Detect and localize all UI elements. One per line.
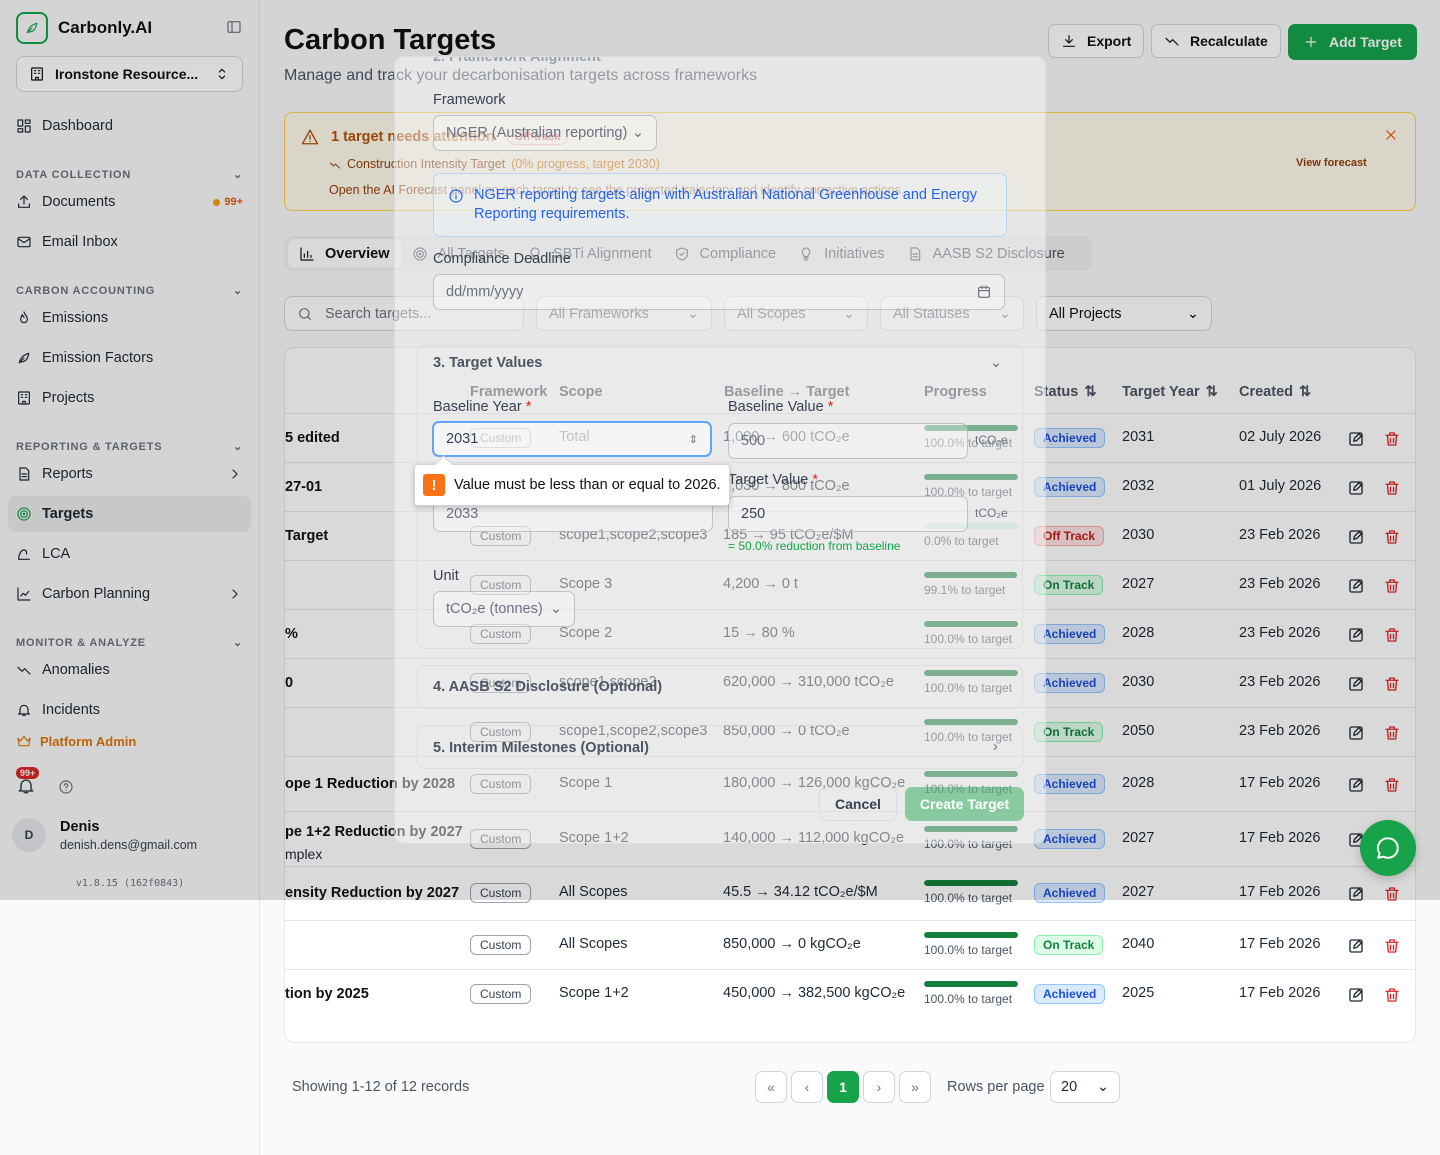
progress-bar bbox=[924, 980, 1018, 987]
framework-info-text: NGER reporting targets align with Austra… bbox=[474, 187, 977, 222]
section-milestones-title: 5. Interim Milestones (Optional) bbox=[433, 740, 649, 756]
progress-fill bbox=[924, 931, 1018, 938]
edit-icon[interactable] bbox=[1347, 986, 1365, 1004]
rows-per-page-value: 20 bbox=[1061, 1079, 1078, 1095]
stepper-icon[interactable]: ⇕ bbox=[689, 433, 698, 446]
progress-label: 100.0% to target bbox=[924, 942, 1013, 957]
deadline-input[interactable]: dd/mm/yyyy bbox=[433, 274, 1005, 310]
unit-label: Unit bbox=[433, 568, 459, 584]
framework-label: Framework bbox=[433, 92, 506, 108]
chat-icon bbox=[1376, 837, 1399, 859]
progress-bar bbox=[924, 931, 1018, 938]
framework-badge: Custom bbox=[470, 983, 532, 1004]
baseline-value-label: Baseline Value * bbox=[728, 399, 834, 415]
last-page-button[interactable]: » bbox=[899, 1071, 931, 1103]
reduction-note: = 50.0% reduction from baseline bbox=[728, 539, 901, 553]
unit-select-value: tCO₂e (tonnes) bbox=[446, 601, 543, 617]
section-framework-alignment[interactable]: 2. Framework Alignment bbox=[433, 57, 601, 65]
rows-per-page-label: Rows per page bbox=[947, 1079, 1045, 1095]
chevron-right-icon: › bbox=[993, 739, 998, 755]
records-count: Showing 1-12 of 12 records bbox=[292, 1079, 470, 1095]
info-icon bbox=[449, 189, 463, 203]
edit-icon[interactable] bbox=[1347, 937, 1365, 955]
trash-icon[interactable] bbox=[1383, 937, 1401, 955]
chevron-down-icon: ⌄ bbox=[549, 601, 562, 617]
deadline-placeholder: dd/mm/yyyy bbox=[446, 284, 524, 300]
chevron-down-icon: ⌄ bbox=[631, 125, 644, 141]
target-value-label: Target Value * bbox=[728, 472, 819, 488]
section-aasb-title: 4. AASB S2 Disclosure (Optional) bbox=[433, 679, 663, 695]
deadline-label: Compliance Deadline bbox=[433, 251, 571, 267]
target-year: 2025 bbox=[1122, 984, 1155, 1001]
created-date: 17 Feb 2026 bbox=[1239, 984, 1321, 1001]
create-target-button[interactable]: Create Target bbox=[905, 787, 1024, 821]
target-name: tion by 2025 bbox=[285, 985, 369, 1002]
target-year: 2040 bbox=[1122, 935, 1155, 952]
table-row[interactable]: Custom All Scopes 850,000 → 0 kgCO₂e 100.0%… bbox=[285, 920, 1415, 969]
rows-per-page-select[interactable]: 20 ⌄ bbox=[1050, 1071, 1120, 1103]
baseline-year-input[interactable]: 2031 ⇕ bbox=[432, 421, 712, 457]
baseline-year-label: Baseline Year * bbox=[433, 399, 532, 415]
trash-icon[interactable] bbox=[1383, 986, 1401, 1004]
validation-message: Value must be less than or equal to 2026… bbox=[454, 477, 721, 493]
progress-label: 100.0% to target bbox=[924, 991, 1013, 1006]
page-1-button[interactable]: 1 bbox=[827, 1071, 859, 1103]
progress-fill bbox=[924, 980, 1018, 987]
next-page-button[interactable]: › bbox=[863, 1071, 895, 1103]
validation-tooltip: ! Value must be less than or equal to 20… bbox=[414, 464, 730, 506]
prev-page-button[interactable]: ‹ bbox=[791, 1071, 823, 1103]
baseline-unit: tCO₂e bbox=[975, 433, 1008, 447]
target-value: 250 bbox=[741, 506, 766, 522]
section-target-values-title[interactable]: 3. Target Values bbox=[433, 355, 542, 371]
unit-select[interactable]: tCO₂e (tonnes) ⌄ bbox=[433, 591, 575, 627]
calendar-icon bbox=[978, 285, 990, 298]
framework-badge: Custom bbox=[470, 934, 532, 955]
target-unit: tCO₂e bbox=[975, 506, 1008, 520]
target-scope: All Scopes bbox=[559, 935, 628, 952]
created-date: 17 Feb 2026 bbox=[1239, 935, 1321, 952]
cancel-button[interactable]: Cancel bbox=[819, 787, 897, 821]
baseline-target-values: 450,000 → 382,500 kgCO₂e bbox=[723, 984, 906, 1001]
baseline-target-values: 850,000 → 0 kgCO₂e bbox=[723, 935, 861, 952]
framework-select-value: NGER (Australian reporting) bbox=[446, 125, 628, 141]
table-row[interactable]: tion by 2025 Custom Scope 1+2 450,000 → 382… bbox=[285, 969, 1415, 1018]
target-year-value: 2033 bbox=[446, 506, 479, 522]
warning-icon: ! bbox=[423, 474, 445, 496]
baseline-value: 500 bbox=[741, 433, 766, 449]
baseline-year-value: 2031 bbox=[446, 431, 479, 447]
progress-cell: 100.0% to target bbox=[924, 980, 1018, 1006]
framework-info: NGER reporting targets align with Austra… bbox=[433, 173, 1007, 237]
chevron-down-icon: ⌄ bbox=[1096, 1079, 1109, 1095]
target-value-input[interactable]: 250 bbox=[728, 496, 968, 532]
first-page-button[interactable]: « bbox=[755, 1071, 787, 1103]
target-scope: Scope 1+2 bbox=[559, 984, 629, 1001]
chevron-down-icon[interactable]: ⌄ bbox=[990, 355, 1002, 371]
baseline-value-input[interactable]: 500 bbox=[728, 423, 968, 459]
framework-select[interactable]: NGER (Australian reporting) ⌄ bbox=[433, 115, 657, 151]
progress-cell: 100.0% to target bbox=[924, 931, 1018, 957]
chat-button[interactable] bbox=[1360, 820, 1416, 876]
status-badge: Achieved bbox=[1034, 983, 1106, 1004]
status-badge: On Track bbox=[1034, 934, 1104, 955]
